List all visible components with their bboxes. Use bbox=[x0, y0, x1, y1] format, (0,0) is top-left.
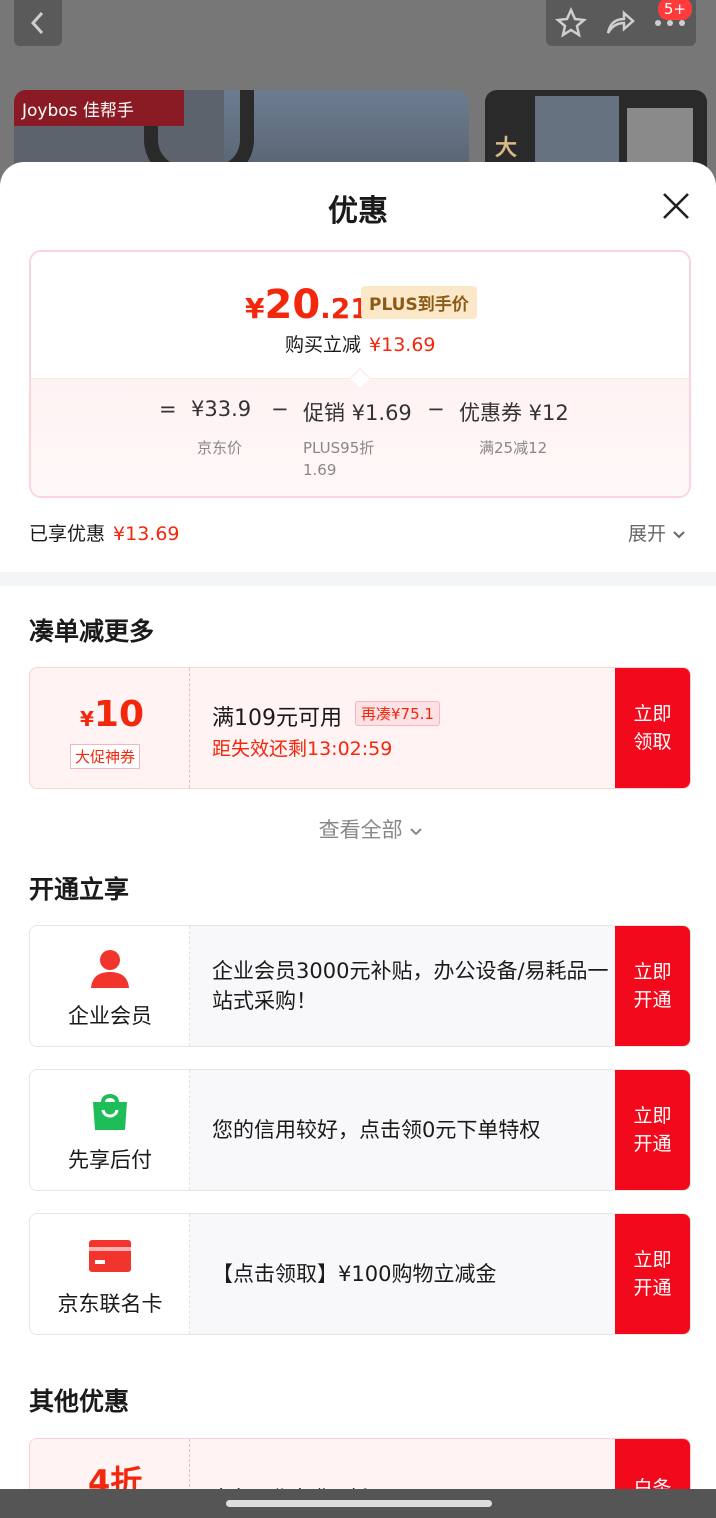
service-name: 京东联名卡 bbox=[57, 1292, 163, 1316]
home-indicator[interactable] bbox=[226, 1500, 492, 1507]
service-card-enterprise: 企业会员 企业会员3000元补贴，办公设备/易耗品一站式采购！ 立即 开通 bbox=[29, 925, 691, 1047]
close-icon[interactable] bbox=[660, 190, 692, 222]
instant-saving: 购买立减 ¥13.69 bbox=[285, 334, 436, 356]
star-icon[interactable] bbox=[554, 7, 587, 39]
coupon-condition: 满109元可用 bbox=[212, 706, 342, 731]
chevron-down-icon bbox=[673, 531, 685, 539]
promo-label-amount: 1.69 bbox=[303, 461, 337, 479]
add-more-tag: 再凑¥75.1 bbox=[355, 701, 440, 726]
service-description: 企业会员3000元补贴，办公设备/易耗品一站式采购！ bbox=[212, 959, 609, 1013]
price-calculation: = ¥33.9 − 促销 ¥1.69 − 优惠券 ¥12 京东价 PLUS95折… bbox=[31, 368, 689, 496]
service-description: 【点击领取】¥100购物立减金 bbox=[212, 1262, 497, 1286]
coupon-type-tag: 大促神券 bbox=[70, 744, 141, 769]
price-breakdown-card: ¥20.21 PLUS到手价 购买立减 ¥13.69 = ¥33.9 − 促销 ¥… bbox=[29, 250, 691, 498]
activate-button[interactable]: 立即 开通 bbox=[615, 926, 690, 1046]
service-name: 先享后付 bbox=[68, 1148, 152, 1172]
section-title-more: 凑单减更多 bbox=[29, 617, 155, 646]
brand-logo: Joybos 佳帮手 bbox=[14, 90, 184, 126]
discount-sheet: 优惠 ¥20.21 PLUS到手价 购买立减 ¥13.69 = ¥33.9 − 促… bbox=[0, 162, 716, 1518]
coupon-countdown: 距失效还剩13:02:59 bbox=[212, 738, 393, 760]
final-price: ¥20.21 bbox=[245, 282, 370, 328]
chevron-down-icon bbox=[410, 828, 423, 836]
claim-coupon-button[interactable]: 立即 领取 bbox=[615, 668, 690, 788]
section-title-other: 其他优惠 bbox=[29, 1387, 130, 1416]
coupon-card: ¥10 大促神券 满109元可用 再凑¥75.1 距失效还剩13:02:59 立… bbox=[29, 667, 691, 789]
minus-sign: − bbox=[271, 397, 289, 421]
section-divider bbox=[0, 572, 716, 586]
chevron-left-icon bbox=[30, 11, 44, 35]
banner-side-text: 大 bbox=[495, 136, 518, 161]
coupon-amount: ¥10 bbox=[80, 694, 145, 735]
expand-button[interactable]: 展开 bbox=[628, 519, 686, 546]
activate-button[interactable]: 立即 开通 bbox=[615, 1070, 690, 1190]
service-name: 企业会员 bbox=[68, 1004, 152, 1028]
shopping-bag-icon bbox=[93, 1094, 127, 1130]
promo-label: PLUS95折 bbox=[303, 439, 375, 457]
person-icon bbox=[91, 950, 129, 988]
enjoyed-discount: 已享优惠 ¥13.69 bbox=[29, 523, 180, 545]
service-card-pay-later: 先享后付 您的信用较好，点击领0元下单特权 立即 开通 bbox=[29, 1069, 691, 1191]
notification-badge: 5+ bbox=[657, 0, 692, 20]
service-description: 您的信用较好，点击领0元下单特权 bbox=[212, 1118, 541, 1142]
credit-card-icon bbox=[89, 1240, 131, 1272]
promo-discount: 促销 ¥1.69 bbox=[303, 401, 412, 425]
sheet-title: 优惠 bbox=[328, 194, 388, 229]
base-price-label: 京东价 bbox=[197, 439, 243, 457]
equals-sign: = bbox=[159, 397, 177, 421]
plus-price-tag: PLUS到手价 bbox=[361, 286, 477, 319]
share-icon[interactable] bbox=[604, 7, 636, 39]
minus-sign: − bbox=[427, 397, 445, 421]
back-button[interactable] bbox=[14, 0, 62, 46]
activate-button[interactable]: 立即 开通 bbox=[615, 1214, 690, 1334]
coupon-discount: 优惠券 ¥12 bbox=[459, 401, 569, 425]
view-all-button[interactable]: 查看全部 bbox=[0, 814, 716, 844]
service-card-co-brand-card: 京东联名卡 【点击领取】¥100购物立减金 立即 开通 bbox=[29, 1213, 691, 1335]
top-action-group: 5+ bbox=[546, 0, 696, 46]
section-title-open: 开通立享 bbox=[29, 875, 130, 904]
base-price: ¥33.9 bbox=[191, 397, 252, 421]
coupon-label: 满25减12 bbox=[479, 439, 548, 457]
